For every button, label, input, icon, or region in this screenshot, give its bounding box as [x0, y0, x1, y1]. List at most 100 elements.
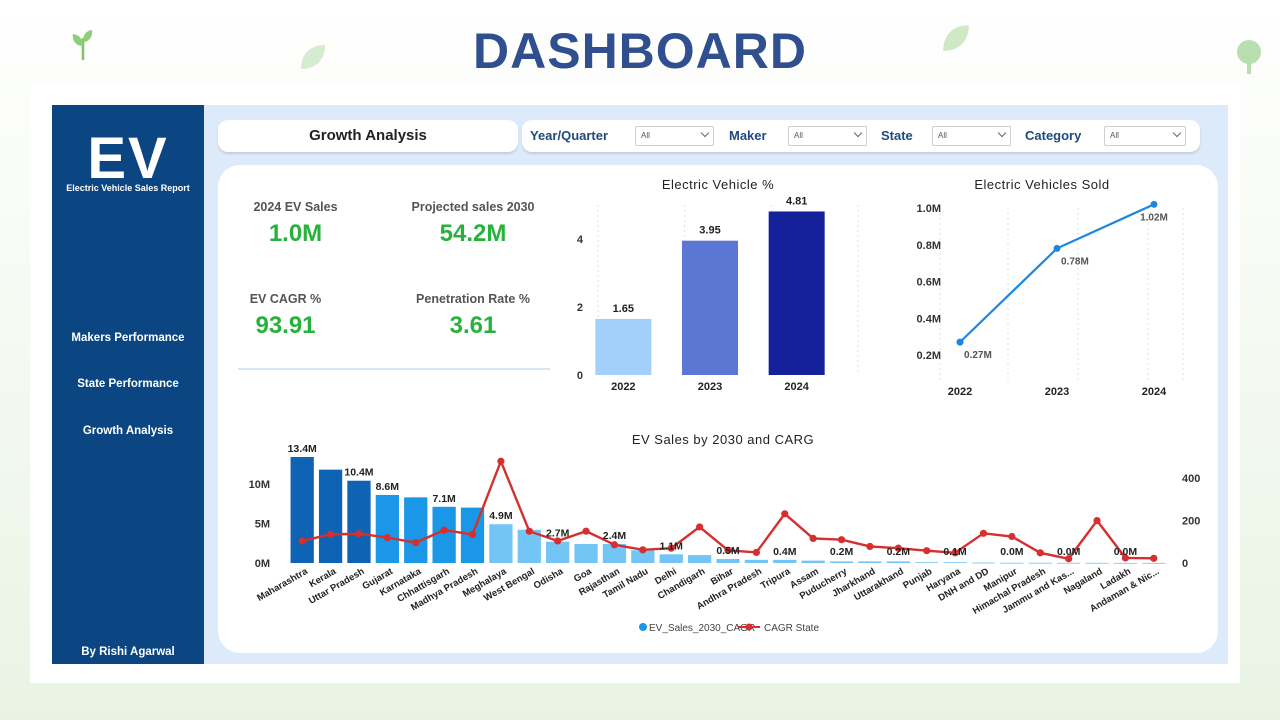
bar[interactable]	[915, 562, 939, 564]
state-select[interactable]: All	[932, 126, 1011, 146]
bar[interactable]	[1028, 562, 1052, 564]
cagr-point[interactable]	[639, 546, 647, 554]
x-tick-label: 2022	[948, 386, 972, 398]
cagr-point[interactable]	[1093, 517, 1101, 525]
filter-label-year-quarter: Year/Quarter	[530, 128, 609, 143]
bar[interactable]	[347, 480, 371, 563]
ev-logo: EV	[87, 126, 169, 191]
cagr-point[interactable]	[355, 530, 363, 538]
data-point[interactable]	[1053, 244, 1061, 252]
cagr-point[interactable]	[440, 526, 448, 534]
bar[interactable]	[1057, 562, 1081, 564]
cagr-point[interactable]	[468, 530, 477, 538]
kpi-value-2024-sales: 1.0M	[268, 220, 323, 247]
chevron-down-icon	[853, 128, 863, 138]
bar[interactable]	[574, 544, 598, 563]
bar[interactable]	[595, 318, 652, 375]
x-tick-label: 2022	[611, 381, 635, 393]
kpi-divider	[238, 368, 550, 370]
cagr-point[interactable]	[809, 534, 817, 543]
data-label: 0.27M	[964, 350, 992, 361]
ev-sold-chart: 0.2M 0.4M 0.6M 0.8M 1.0M 0.27M 2022 0.78M 2023 1.…	[917, 200, 1184, 398]
cagr-point[interactable]	[866, 542, 874, 551]
bar[interactable]	[546, 541, 570, 563]
bar[interactable]	[858, 561, 882, 563]
bar[interactable]	[943, 562, 967, 564]
bar[interactable]	[687, 555, 712, 563]
bar[interactable]	[801, 560, 825, 563]
cagr-point[interactable]	[696, 523, 704, 531]
chevron-down-icon	[997, 128, 1007, 138]
bar[interactable]	[375, 494, 399, 563]
data-label: 4.81	[786, 195, 807, 207]
year-quarter-select[interactable]: All	[635, 126, 714, 146]
y-tick-label-left: 10M	[249, 479, 270, 491]
data-label: 0.0M	[1057, 546, 1081, 558]
series-line	[959, 203, 1155, 343]
bar[interactable]	[1085, 562, 1109, 564]
cagr-point[interactable]	[525, 527, 533, 535]
x-tick-label: Maharashtra	[255, 566, 310, 604]
cagr-point[interactable]	[1150, 554, 1158, 562]
cagr-point[interactable]	[610, 541, 619, 549]
ev-percent-chart-title: Electric Vehicle %	[661, 177, 775, 192]
cagr-point[interactable]	[1008, 532, 1016, 541]
cagr-point[interactable]	[1036, 549, 1044, 557]
bar[interactable]	[659, 554, 683, 563]
bar[interactable]	[773, 559, 797, 563]
cagr-point[interactable]	[383, 533, 391, 542]
data-label: 0.2M	[830, 546, 854, 558]
bar[interactable]	[829, 561, 854, 563]
kpi-value-penetration-rate: 3.61	[449, 312, 497, 339]
data-point[interactable]	[956, 338, 964, 346]
y-tick-label: 0.2M	[917, 350, 941, 362]
data-label: 2.7M	[546, 528, 570, 540]
data-label: 0.1M	[943, 546, 967, 558]
y-tick-label: 0.6M	[917, 277, 941, 289]
cagr-point[interactable]	[752, 548, 760, 556]
cagr-point[interactable]	[582, 527, 590, 535]
cagr-point[interactable]	[412, 539, 420, 547]
cagr-point[interactable]	[298, 537, 306, 545]
data-label: 4.9M	[489, 510, 513, 522]
cagr-point[interactable]	[326, 530, 335, 538]
bar[interactable]	[1113, 562, 1138, 564]
maker-select[interactable]: All	[788, 126, 867, 146]
page-title: DASHBOARD	[473, 23, 807, 79]
bar[interactable]	[886, 561, 910, 563]
nav-makers-performance[interactable]: Makers Performance	[52, 332, 204, 344]
cagr-point[interactable]	[923, 547, 931, 555]
chevron-down-icon	[700, 128, 710, 138]
chevron-down-icon	[1172, 128, 1182, 138]
sidebar: EV Electric Vehicle Sales Report Makers …	[52, 105, 204, 664]
nav-state-performance[interactable]: State Performance	[52, 378, 204, 390]
bar[interactable]	[318, 469, 343, 563]
bar[interactable]	[1000, 562, 1024, 564]
filter-label-maker: Maker	[729, 128, 767, 143]
cagr-point[interactable]	[837, 536, 846, 544]
cagr-point[interactable]	[979, 529, 988, 537]
x-tick-label: Odisha	[532, 566, 566, 592]
category-select[interactable]: All	[1104, 126, 1186, 146]
bar[interactable]	[404, 497, 428, 563]
cagr-point[interactable]	[497, 457, 505, 465]
filter-label-category: Category	[1025, 128, 1082, 143]
y-tick-label-right: 400	[1182, 473, 1200, 485]
bar[interactable]	[290, 457, 314, 563]
x-tick-label: Tripura	[759, 566, 793, 592]
bar[interactable]	[716, 559, 740, 563]
y-tick-label: 1.0M	[917, 203, 941, 215]
bar[interactable]	[744, 559, 769, 563]
kpi-label-projected-sales: Projected sales 2030	[411, 200, 535, 214]
bar[interactable]	[1142, 562, 1166, 564]
kpi-label-ev-cagr: EV CAGR %	[249, 292, 322, 306]
cagr-point[interactable]	[781, 510, 789, 518]
bar[interactable]	[489, 524, 513, 563]
bar[interactable]	[768, 211, 825, 375]
data-point[interactable]	[1150, 200, 1158, 208]
category-value: All	[1110, 131, 1119, 140]
bar[interactable]	[971, 562, 996, 564]
data-label: 8.6M	[376, 481, 400, 493]
nav-growth-analysis[interactable]: Growth Analysis	[52, 425, 204, 437]
bar[interactable]	[682, 240, 738, 375]
